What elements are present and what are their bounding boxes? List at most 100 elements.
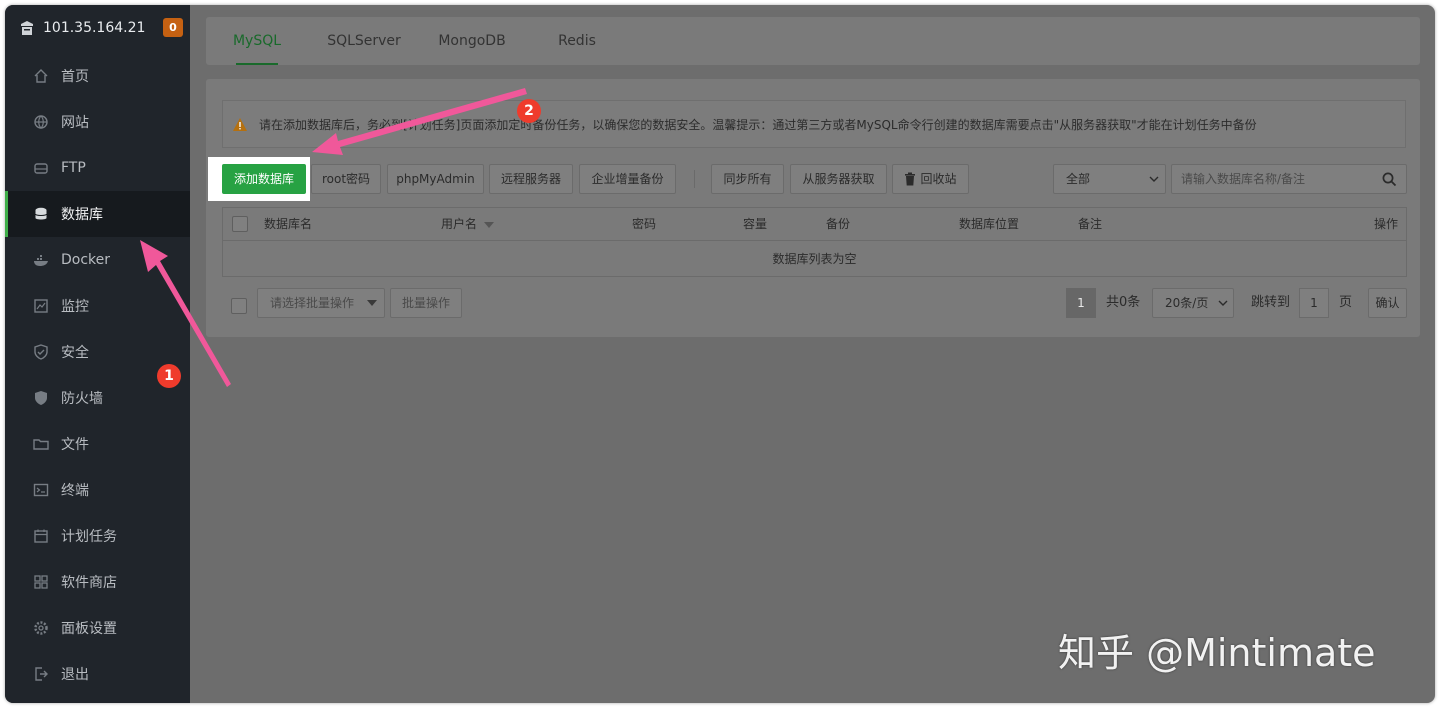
root-password-button[interactable]: root密码: [311, 164, 381, 194]
watermark: 知乎 @Mintimate: [1058, 631, 1376, 675]
sidebar-item-label: 软件商店: [61, 575, 117, 591]
recycle-bin-button[interactable]: 回收站: [892, 164, 969, 194]
batch-select-checkbox[interactable]: [231, 298, 247, 314]
column-actions: 操作: [1373, 217, 1398, 231]
sidebar-item-cron[interactable]: 计划任务: [5, 513, 190, 559]
sidebar-item-home[interactable]: 首页: [5, 53, 190, 99]
total-count: 共0条: [1106, 295, 1141, 310]
column-backup: 备份: [826, 217, 851, 231]
filter-select[interactable]: 全部: [1053, 164, 1166, 194]
database-panel: 请在添加数据库后，务必到[计划任务]页面添加定时备份任务，以确保您的数据安全。温…: [206, 79, 1420, 337]
sidebar-item-label: 防火墙: [61, 391, 103, 407]
add-database-button[interactable]: 添加数据库: [222, 164, 306, 194]
batch-action-select[interactable]: 请选择批量操作: [257, 288, 385, 318]
monitor-icon: [34, 299, 48, 313]
column-db-name[interactable]: 数据库名: [264, 208, 312, 241]
page-size-select[interactable]: 20条/页: [1152, 288, 1234, 318]
column-capacity: 容量: [743, 217, 768, 231]
sidebar-item-files[interactable]: 文件: [5, 421, 190, 467]
sidebar-item-logout[interactable]: 退出: [5, 651, 190, 697]
search-icon[interactable]: [1382, 172, 1397, 187]
annotation-marker-1: 1: [157, 364, 181, 388]
docker-icon: [34, 255, 48, 266]
column-remark: 备注: [1078, 217, 1103, 231]
empty-state: 数据库列表为空: [772, 252, 857, 266]
search-box: [1171, 164, 1407, 194]
recycle-bin-label: 回收站: [920, 172, 957, 186]
sidebar-item-database[interactable]: 数据库: [5, 191, 190, 237]
sidebar-item-label: Docker: [61, 252, 111, 268]
sidebar-item-label: 首页: [61, 69, 89, 85]
gear-icon: [34, 621, 48, 635]
sidebar-item-label: 数据库: [61, 207, 103, 223]
column-username[interactable]: 用户名: [441, 208, 494, 241]
calendar-icon: [34, 529, 48, 543]
server-icon: [21, 21, 33, 35]
filter-value: 全部: [1066, 172, 1091, 186]
phpmyadmin-button[interactable]: phpMyAdmin: [387, 164, 484, 194]
sidebar-item-label: 终端: [61, 483, 89, 499]
remote-server-button[interactable]: 远程服务器: [489, 164, 573, 194]
shield-icon: [34, 344, 48, 360]
table-header: 数据库名 用户名 密码 容量 备份 数据库位置 备注 操作: [223, 208, 1406, 241]
folder-icon: [33, 439, 49, 450]
sidebar-item-terminal[interactable]: 终端: [5, 467, 190, 513]
tab-sqlserver[interactable]: SQLServer: [322, 17, 406, 65]
batch-action-placeholder: 请选择批量操作: [270, 296, 355, 310]
jump-to-label: 跳转到: [1251, 295, 1291, 310]
server-ip: 101.35.164.21: [43, 20, 146, 36]
sidebar-item-label: 监控: [61, 299, 89, 315]
sidebar-item-store[interactable]: 软件商店: [5, 559, 190, 605]
tab-redis[interactable]: Redis: [552, 17, 602, 65]
search-input[interactable]: [1172, 165, 1372, 193]
page-number-current[interactable]: 1: [1066, 288, 1096, 318]
sidebar-item-label: 面板设置: [61, 621, 117, 637]
sort-down-icon: [483, 222, 494, 228]
sidebar-item-label: 退出: [61, 667, 89, 683]
column-username-label: 用户名: [441, 217, 478, 231]
terminal-icon: [33, 483, 49, 497]
chevron-down-icon: [1218, 300, 1228, 306]
db-type-tabs: MySQL SQLServer MongoDB Redis: [206, 17, 1420, 65]
notice-text: 请在添加数据库后，务必到[计划任务]页面添加定时备份任务，以确保您的数据安全。温…: [259, 118, 1257, 132]
enterprise-backup-button[interactable]: 企业增量备份: [579, 164, 676, 194]
sidebar-item-label: 计划任务: [61, 529, 117, 545]
chevron-down-icon: [1149, 176, 1159, 182]
page-unit-label: 页: [1339, 295, 1353, 310]
tab-mongodb[interactable]: MongoDB: [432, 17, 512, 65]
toolbar-divider: [694, 170, 695, 188]
sidebar-item-label: 网站: [61, 115, 89, 131]
jump-page-input[interactable]: 1: [1299, 288, 1329, 318]
fetch-from-server-button[interactable]: 从服务器获取: [790, 164, 887, 194]
select-all-checkbox[interactable]: [232, 216, 248, 232]
sidebar: 101.35.164.21 0 首页 网站 FTP 数据库 Docker 监控: [5, 5, 190, 703]
sync-all-button[interactable]: 同步所有: [711, 164, 784, 194]
batch-action-button[interactable]: 批量操作: [390, 288, 462, 318]
sidebar-item-website[interactable]: 网站: [5, 99, 190, 145]
column-password: 密码: [632, 217, 657, 231]
sidebar-item-label: FTP: [61, 160, 86, 176]
confirm-jump-button[interactable]: 确认: [1368, 288, 1407, 318]
main-content: MySQL SQLServer MongoDB Redis 请在添加数据库后，务…: [190, 5, 1435, 703]
sidebar-item-monitor[interactable]: 监控: [5, 283, 190, 329]
warning-icon: [233, 118, 247, 131]
sidebar-item-settings[interactable]: 面板设置: [5, 605, 190, 651]
database-table: 数据库名 用户名 密码 容量 备份 数据库位置 备注 操作 数据库列表为空: [222, 207, 1407, 277]
backup-notice: 请在添加数据库后，务必到[计划任务]页面添加定时备份任务，以确保您的数据安全。温…: [222, 100, 1406, 148]
globe-icon: [34, 115, 48, 129]
page-size-value: 20条/页: [1165, 296, 1209, 310]
app-window: 101.35.164.21 0 首页 网站 FTP 数据库 Docker 监控: [5, 5, 1435, 703]
caret-down-icon: [367, 300, 377, 306]
ftp-icon: [34, 163, 48, 174]
sidebar-item-ftp[interactable]: FTP: [5, 145, 190, 191]
sidebar-item-label: 安全: [61, 345, 89, 361]
home-icon: [34, 69, 48, 83]
trash-icon: [905, 172, 915, 186]
annotation-marker-2: 2: [517, 99, 541, 123]
notification-badge[interactable]: 0: [163, 18, 183, 37]
column-location: 数据库位置: [959, 217, 1020, 231]
tab-mysql[interactable]: MySQL: [226, 17, 288, 65]
sidebar-item-docker[interactable]: Docker: [5, 237, 190, 283]
sidebar-item-label: 文件: [61, 437, 89, 453]
logout-icon: [35, 667, 48, 681]
